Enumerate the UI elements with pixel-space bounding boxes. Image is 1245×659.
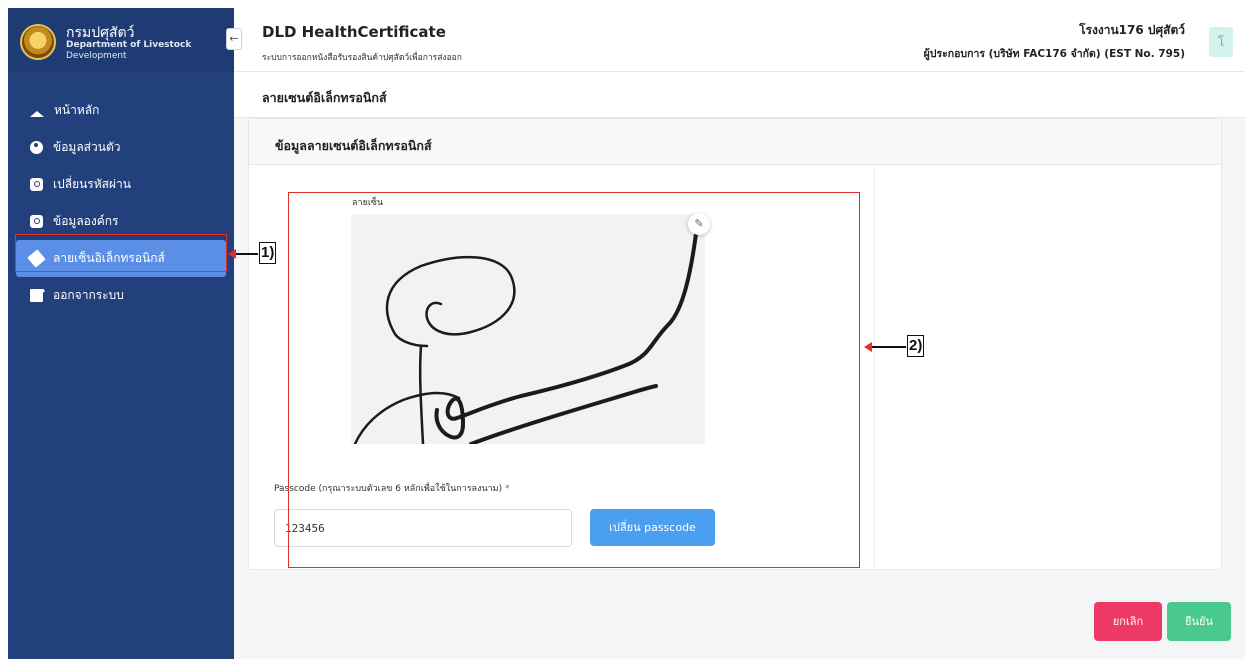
card-divider bbox=[874, 165, 875, 570]
sidebar-item-label: หน้าหลัก bbox=[54, 103, 100, 117]
page-title-bar: ลายเซนต์อิเล็กทรอนิกส์ bbox=[234, 72, 1245, 118]
avatar[interactable]: โ bbox=[1209, 27, 1233, 57]
sidebar-item-label: ข้อมูลองค์กร bbox=[53, 214, 119, 228]
sidebar-item-profile[interactable]: ข้อมูลส่วนตัว bbox=[8, 129, 234, 166]
sidebar-item-logout[interactable]: ออกจากระบบ bbox=[8, 277, 234, 314]
home-icon bbox=[30, 104, 44, 117]
collapse-sidebar-button[interactable]: ← bbox=[226, 28, 242, 50]
brand-row: กรมปศุสัตว์ Department of Livestock Deve… bbox=[8, 8, 234, 72]
page-title: ลายเซนต์อิเล็กทรอนิกส์ bbox=[262, 90, 387, 105]
user-icon bbox=[30, 141, 43, 154]
sidebar-item-label: เปลี่ยนรหัสผ่าน bbox=[53, 177, 131, 191]
annotation-box-2 bbox=[288, 192, 860, 568]
sidebar-item-label: ข้อมูลส่วนตัว bbox=[53, 140, 121, 154]
card-title: ข้อมูลลายเซนต์อิเล็กทรอนิกส์ bbox=[275, 138, 432, 153]
department-logo bbox=[20, 24, 56, 60]
user-name: โรงงาน176 ปศุสัตว์ bbox=[1079, 23, 1185, 37]
top-header: DLD HealthCertificate ระบบการออกหนังสือร… bbox=[234, 8, 1245, 72]
logout-icon bbox=[30, 286, 45, 302]
key-icon bbox=[30, 178, 43, 191]
annotation-arrowhead-1 bbox=[228, 249, 236, 259]
cancel-button[interactable]: ยกเลิก bbox=[1094, 602, 1162, 641]
annotation-label-2: 2) bbox=[907, 335, 925, 357]
annotation-box-1 bbox=[15, 234, 227, 272]
sidebar-item-home[interactable]: หน้าหลัก bbox=[8, 92, 234, 129]
annotation-label-1: 1) bbox=[259, 242, 277, 264]
card-header: ข้อมูลลายเซนต์อิเล็กทรอนิกส์ bbox=[249, 119, 1221, 165]
confirm-button[interactable]: ยืนยัน bbox=[1167, 602, 1231, 641]
annotation-arrow-1 bbox=[236, 253, 258, 255]
sidebar-item-label: ออกจากระบบ bbox=[53, 288, 124, 302]
app-subtitle: ระบบการออกหนังสือรับรองสินค้าปศุสัตว์เพื… bbox=[262, 53, 462, 63]
app-title: DLD HealthCertificate bbox=[262, 23, 446, 41]
annotation-arrow-2 bbox=[872, 346, 906, 348]
annotation-arrowhead-2 bbox=[864, 342, 872, 352]
user-organization: ผู้ประกอบการ (บริษัท FAC176 จำกัด) (EST … bbox=[923, 48, 1185, 60]
department-name-en-line2: Development bbox=[66, 51, 127, 61]
sidebar-nav: หน้าหลัก ข้อมูลส่วนตัว เปลี่ยนรหัสผ่าน ข… bbox=[8, 92, 234, 314]
building-icon bbox=[30, 215, 43, 228]
sidebar: กรมปศุสัตว์ Department of Livestock Deve… bbox=[8, 8, 234, 659]
department-name-en-line1: Department of Livestock bbox=[66, 40, 192, 50]
sidebar-item-change-password[interactable]: เปลี่ยนรหัสผ่าน bbox=[8, 166, 234, 203]
